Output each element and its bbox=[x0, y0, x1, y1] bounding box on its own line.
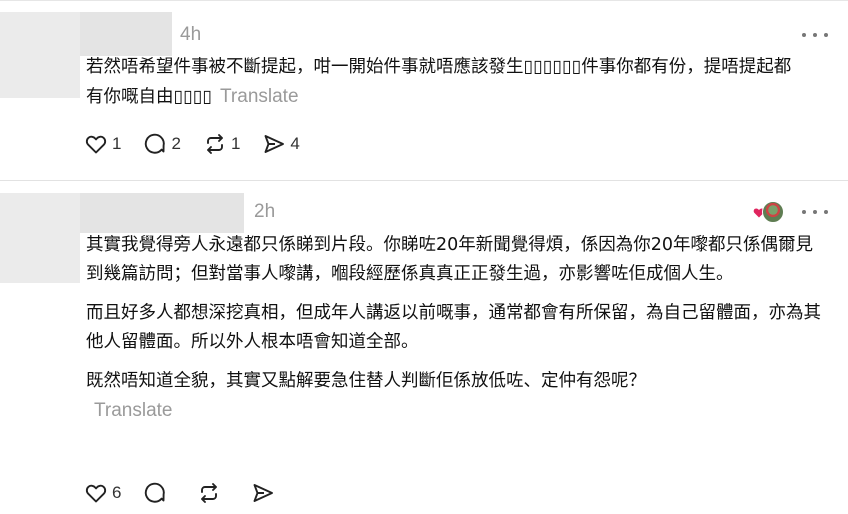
reactor-avatar bbox=[762, 201, 784, 223]
repost-button[interactable] bbox=[197, 481, 221, 505]
repost-icon bbox=[206, 134, 223, 154]
repost-icon bbox=[201, 483, 218, 503]
redacted-username bbox=[80, 193, 244, 233]
heart-icon bbox=[85, 484, 107, 503]
reaction-summary[interactable] bbox=[753, 201, 784, 223]
translate-link[interactable]: Translate bbox=[220, 86, 299, 107]
post-paragraph: 而且好多人都想深挖真相，但成年人講返以前嘅事，通常都會有所保留，為自己留體面，亦… bbox=[86, 303, 821, 352]
post-paragraph: 其實我覺得旁人永遠都只係睇到片段。你睇咗20年新聞覺得煩，係因為你20年嚟都只係… bbox=[86, 235, 814, 284]
more-options-icon[interactable] bbox=[802, 207, 828, 217]
post-actions: 6 bbox=[84, 479, 297, 507]
post-1: 4h 若然唔希望件事被不斷提起，咁一開始件事就唔應該發生▯▯▯▯▯▯件事你都有份… bbox=[0, 0, 848, 180]
post-actions: 1 2 1 4 bbox=[84, 130, 322, 158]
share-button[interactable] bbox=[251, 481, 275, 505]
repost-count: 1 bbox=[230, 134, 241, 153]
redacted-avatar bbox=[0, 12, 80, 98]
like-count: 6 bbox=[112, 483, 122, 502]
more-options-icon[interactable] bbox=[802, 30, 828, 40]
share-button[interactable]: 4 bbox=[262, 132, 300, 156]
post-2: 2h 其實我覺得旁人永遠都只係睇到片段。你睇咗20年新聞覺得煩，係因為你20年嚟… bbox=[0, 181, 848, 514]
post-paragraph-text: 既然唔知道全貌，其實又點解要急住替人判斷佢係放低咗、定仲有怨呢？ bbox=[86, 371, 646, 391]
post-paragraph: 既然唔知道全貌，其實又點解要急住替人判斷佢係放低咗、定仲有怨呢？ Translat… bbox=[86, 367, 716, 426]
post-text: 其實我覺得旁人永遠都只係睇到片段。你睇咗20年新聞覺得煩，係因為你20年嚟都只係… bbox=[86, 231, 826, 436]
reply-button[interactable] bbox=[143, 481, 167, 505]
redacted-avatar bbox=[0, 193, 80, 283]
post-paragraph: 若然唔希望件事被不斷提起，咁一開始件事就唔應該發生▯▯▯▯▯▯件事你都有份，提唔… bbox=[86, 57, 792, 107]
like-button[interactable]: 1 bbox=[84, 132, 121, 156]
comment-icon bbox=[145, 133, 166, 154]
comment-icon bbox=[145, 482, 166, 503]
share-count: 4 bbox=[290, 134, 300, 153]
post-timestamp: 4h bbox=[180, 24, 202, 45]
reply-button[interactable]: 2 bbox=[143, 132, 181, 156]
heart-icon bbox=[85, 135, 107, 154]
like-count: 1 bbox=[112, 134, 122, 153]
translate-link[interactable]: Translate bbox=[94, 400, 173, 421]
post-timestamp: 2h bbox=[254, 201, 276, 222]
repost-button[interactable]: 1 bbox=[203, 132, 240, 156]
post-text: 若然唔希望件事被不斷提起，咁一開始件事就唔應該發生▯▯▯▯▯▯件事你都有份，提唔… bbox=[86, 53, 806, 112]
like-button[interactable]: 6 bbox=[84, 481, 121, 505]
send-icon bbox=[254, 484, 274, 502]
redacted-username bbox=[80, 12, 172, 56]
send-icon bbox=[264, 135, 285, 153]
reply-count: 2 bbox=[171, 134, 181, 153]
